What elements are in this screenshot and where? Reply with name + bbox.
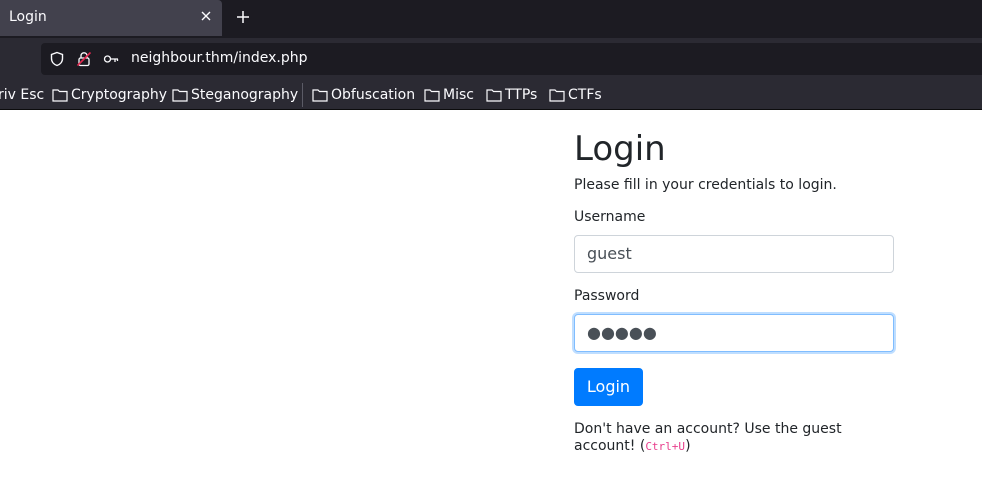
bookmark-misc[interactable]: Misc — [424, 86, 474, 104]
bookmark-label: TTPs — [505, 87, 538, 103]
insecure-lock-icon[interactable] — [76, 51, 92, 67]
folder-icon — [312, 89, 328, 102]
new-tab-icon[interactable] — [234, 8, 252, 26]
key-icon[interactable] — [103, 51, 119, 67]
folder-icon — [486, 89, 502, 102]
username-value: guest — [587, 244, 632, 263]
bookmark-label: Obfuscation — [331, 87, 416, 103]
folder-icon — [424, 89, 440, 102]
guest-hint-end: ) — [685, 438, 691, 454]
tab-title: Login — [9, 9, 47, 25]
page-subtitle: Please fill in your credentials to login… — [574, 177, 837, 193]
bookmark-ctfs[interactable]: CTFs — [549, 86, 602, 104]
bookmark-ttps[interactable]: TTPs — [486, 86, 537, 104]
tab-bar: Login — [0, 0, 982, 38]
bookmark-priv-esc[interactable]: riv Esc — [0, 86, 44, 104]
bookmark-label: Misc — [443, 87, 474, 103]
password-input[interactable]: ●●●●● — [574, 314, 894, 352]
view-source-shortcut: Ctrl+U — [645, 440, 686, 453]
url-bar[interactable]: neighbour.thm/index.php — [41, 43, 982, 75]
bookmark-label: riv Esc — [0, 87, 45, 103]
close-tab-icon[interactable] — [198, 8, 214, 24]
guest-hint-text: Don't have an account? Use the guest acc… — [574, 421, 842, 454]
folder-icon — [52, 89, 68, 102]
browser-tab[interactable]: Login — [0, 0, 222, 36]
guest-hint: Don't have an account? Use the guest acc… — [574, 421, 874, 455]
page-content: Login Please fill in your credentials to… — [0, 111, 982, 501]
bookmark-steganography[interactable]: Steganography — [172, 86, 298, 104]
bookmark-label: Steganography — [191, 87, 299, 103]
username-input[interactable]: guest — [574, 235, 894, 273]
login-button[interactable]: Login — [574, 368, 643, 406]
bookmark-separator — [302, 83, 303, 107]
page-title: Login — [574, 129, 666, 169]
password-value: ●●●●● — [587, 323, 657, 342]
folder-icon — [172, 89, 188, 102]
url-text[interactable]: neighbour.thm/index.php — [131, 50, 308, 66]
bookmark-cryptography[interactable]: Cryptography — [52, 86, 167, 104]
password-label: Password — [574, 288, 640, 304]
bookmark-label: Cryptography — [71, 87, 168, 103]
shield-icon[interactable] — [49, 51, 65, 67]
username-label: Username — [574, 209, 646, 225]
bookmarks-bar: riv Esc Cryptography Steganography Obfus… — [0, 80, 982, 110]
folder-icon — [549, 89, 565, 102]
bookmark-label: CTFs — [568, 87, 602, 103]
nav-bar: neighbour.thm/index.php — [0, 38, 982, 80]
bookmark-obfuscation[interactable]: Obfuscation — [312, 86, 415, 104]
